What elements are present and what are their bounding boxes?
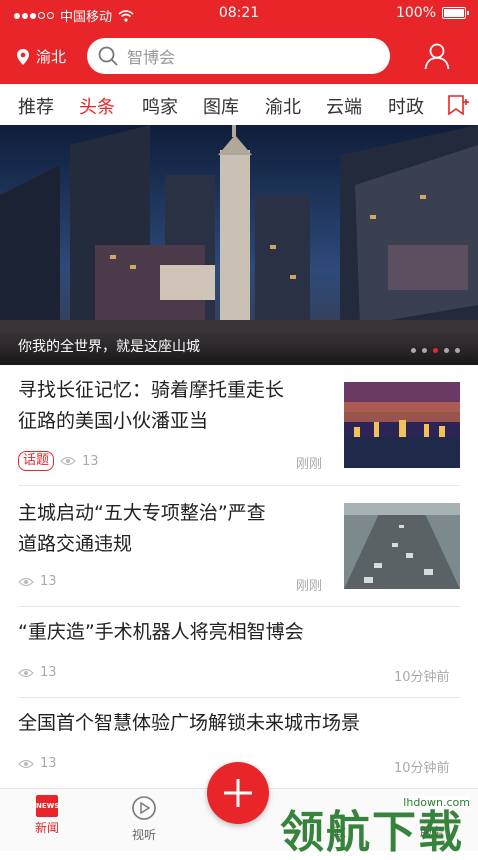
nav-news-label: 新闻 xyxy=(34,821,59,835)
eye-icon xyxy=(18,577,34,586)
pager-dot[interactable] xyxy=(444,348,449,353)
publish-time: 刚刚 xyxy=(296,457,323,472)
battery-status: 100% xyxy=(395,5,469,21)
search-icon xyxy=(98,46,118,66)
location-pin-icon xyxy=(17,48,29,65)
news-title: “重庆造”手术机器人将亮相智博会 xyxy=(18,621,304,643)
tab-mingjia[interactable]: 鸣家 xyxy=(142,93,178,119)
view-count: 13 xyxy=(40,756,57,771)
topic-badge: 话题 xyxy=(18,451,55,471)
news-meta: 13 xyxy=(18,665,57,680)
news-meta: 话题 13 xyxy=(18,451,99,471)
news-meta: 13 xyxy=(18,574,57,589)
watermark-site: lhdown.com xyxy=(403,796,470,809)
user-icon[interactable] xyxy=(424,42,450,70)
news-title: 全国首个智慧体验广场解锁未来城市场景 xyxy=(18,712,361,734)
tab-gallery[interactable]: 图库 xyxy=(203,93,239,119)
publish-time: 刚刚 xyxy=(296,579,323,594)
view-count: 13 xyxy=(82,453,99,469)
plus-icon xyxy=(224,779,252,807)
eye-icon xyxy=(18,759,34,768)
add-channel-icon[interactable] xyxy=(446,94,470,116)
nav-video[interactable]: 视听 xyxy=(114,795,174,843)
battery-icon xyxy=(442,7,469,19)
news-thumbnail xyxy=(344,503,460,589)
eye-icon xyxy=(18,668,34,677)
nav-news[interactable]: NEWS 新闻 xyxy=(17,795,77,836)
tab-headlines[interactable]: 头条 xyxy=(79,93,115,119)
view-count: 13 xyxy=(40,574,57,589)
view-count: 13 xyxy=(40,665,57,680)
news-item[interactable]: 主城启动“五大专项整治”严查 道路交通违规 13 刚刚 xyxy=(0,486,478,606)
pager-dot-active[interactable] xyxy=(433,348,438,353)
play-icon xyxy=(132,796,156,820)
tab-cloud[interactable]: 云端 xyxy=(326,93,362,119)
tab-recommend[interactable]: 推荐 xyxy=(18,93,54,119)
add-button[interactable] xyxy=(207,762,269,824)
news-thumbnail xyxy=(344,382,460,468)
news-meta: 13 xyxy=(18,756,57,771)
news-title: 主城启动“五大专项整治”严查 道路交通违规 xyxy=(18,502,266,555)
battery-label: 100% xyxy=(395,5,436,21)
location-selector[interactable]: 渝北 xyxy=(16,46,66,67)
publish-time: 10分钟前 xyxy=(394,761,450,776)
pager-dot[interactable] xyxy=(455,348,460,353)
status-bar: 中国移动 08:21 100% xyxy=(0,0,478,28)
tab-politics[interactable]: 时政 xyxy=(388,93,424,119)
publish-time: 10分钟前 xyxy=(394,670,450,685)
eye-icon xyxy=(60,456,76,466)
pager-dot[interactable] xyxy=(422,348,427,353)
nav-video-label: 视听 xyxy=(131,828,156,842)
category-tabs: 推荐 头条 鸣家 图库 渝北 云端 时政 xyxy=(0,84,478,126)
pager-dot[interactable] xyxy=(411,348,416,353)
tab-yubei[interactable]: 渝北 xyxy=(265,93,301,119)
location-label: 渝北 xyxy=(36,48,67,66)
news-icon: NEWS xyxy=(36,795,59,817)
banner-city-image xyxy=(0,125,478,365)
news-item[interactable]: “重庆造”手术机器人将亮相智博会 13 10分钟前 xyxy=(0,607,478,697)
carousel-pager xyxy=(411,348,460,353)
banner-carousel[interactable]: 你我的全世界，就是这座山城 xyxy=(0,125,478,365)
news-title: 寻找长征记忆：骑着摩托重走长 征路的美国小伙潘亚当 xyxy=(18,379,285,432)
top-header: 渝北 智博会 xyxy=(0,28,478,84)
banner-caption: 你我的全世界，就是这座山城 xyxy=(18,339,200,355)
news-item[interactable]: 寻找长征记忆：骑着摩托重走长 征路的美国小伙潘亚当 话题 13 刚刚 xyxy=(0,365,478,485)
search-input[interactable]: 智博会 xyxy=(87,38,390,74)
search-placeholder: 智博会 xyxy=(127,48,176,67)
